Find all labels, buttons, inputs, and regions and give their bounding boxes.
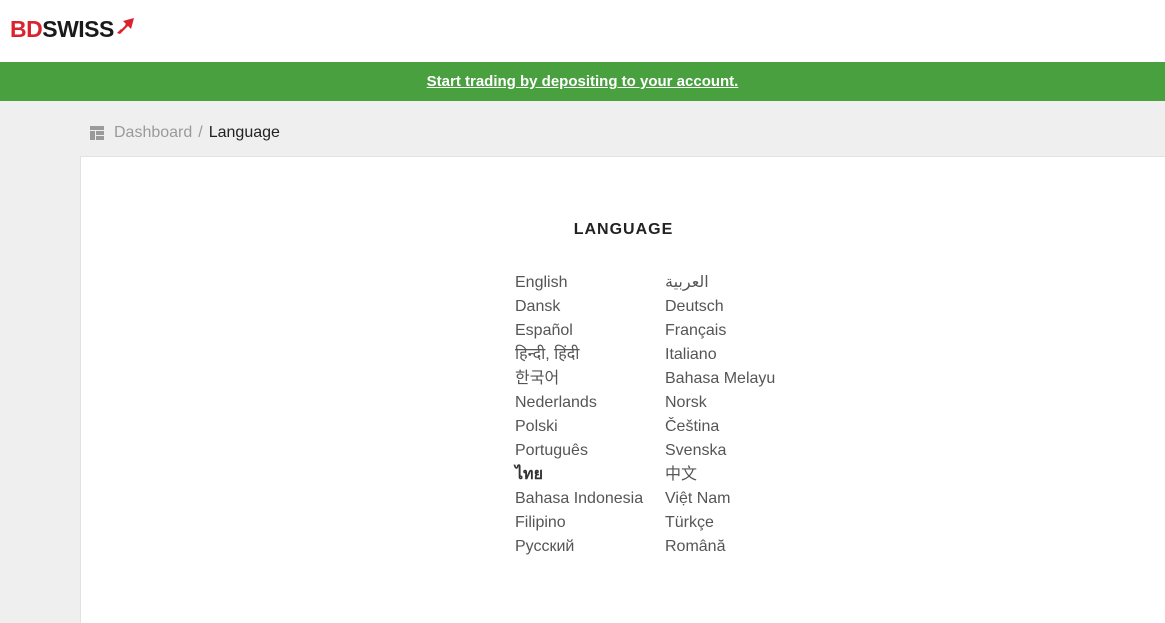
language-option-malay[interactable]: Bahasa Melayu (665, 367, 815, 391)
language-option-norwegian[interactable]: Norsk (665, 391, 815, 415)
language-option-turkish[interactable]: Türkçe (665, 511, 815, 535)
language-option-italian[interactable]: Italiano (665, 343, 815, 367)
language-option-swedish[interactable]: Svenska (665, 439, 815, 463)
language-panel: LANGUAGE English العربية Dansk Deutsch E… (80, 156, 1165, 623)
page-title: LANGUAGE (573, 221, 674, 238)
logo-arrow-icon (116, 18, 134, 34)
language-option-german[interactable]: Deutsch (665, 295, 815, 319)
language-option-english[interactable]: English (515, 271, 665, 295)
breadcrumb: Dashboard / Language (90, 124, 280, 142)
logo-swiss: SWISS (42, 16, 114, 42)
language-option-indonesian[interactable]: Bahasa Indonesia (515, 487, 665, 511)
deposit-link[interactable]: Start trading by depositing to your acco… (427, 73, 739, 90)
language-option-danish[interactable]: Dansk (515, 295, 665, 319)
language-option-dutch[interactable]: Nederlands (515, 391, 665, 415)
language-option-russian[interactable]: Русский (515, 535, 665, 559)
language-option-czech[interactable]: Čeština (665, 415, 815, 439)
language-option-filipino[interactable]: Filipino (515, 511, 665, 535)
breadcrumb-separator: / (198, 124, 203, 141)
deposit-banner: Start trading by depositing to your acco… (0, 62, 1165, 101)
language-option-portuguese[interactable]: Português (515, 439, 665, 463)
language-option-arabic[interactable]: العربية (665, 271, 815, 295)
breadcrumb-current: Language (208, 124, 280, 141)
language-option-spanish[interactable]: Español (515, 319, 665, 343)
language-option-korean[interactable]: 한국어 (515, 367, 665, 391)
language-option-polish[interactable]: Polski (515, 415, 665, 439)
language-option-romanian[interactable]: Română (665, 535, 815, 559)
language-option-chinese[interactable]: 中文 (665, 463, 815, 487)
bdswiss-logo[interactable]: BD SWISS (10, 16, 135, 42)
language-list: English العربية Dansk Deutsch Español Fr… (515, 271, 815, 559)
language-option-thai[interactable]: ไทย (515, 463, 665, 487)
logo-bd: BD (10, 16, 43, 42)
top-bar: BD SWISS (0, 0, 1165, 62)
language-option-vietnamese[interactable]: Việt Nam (665, 487, 815, 511)
language-option-hindi[interactable]: हिन्दी, हिंदी (515, 343, 665, 367)
breadcrumb-dashboard-link[interactable]: Dashboard (114, 124, 192, 142)
language-option-french[interactable]: Français (665, 319, 815, 343)
dashboard-icon (90, 126, 104, 140)
